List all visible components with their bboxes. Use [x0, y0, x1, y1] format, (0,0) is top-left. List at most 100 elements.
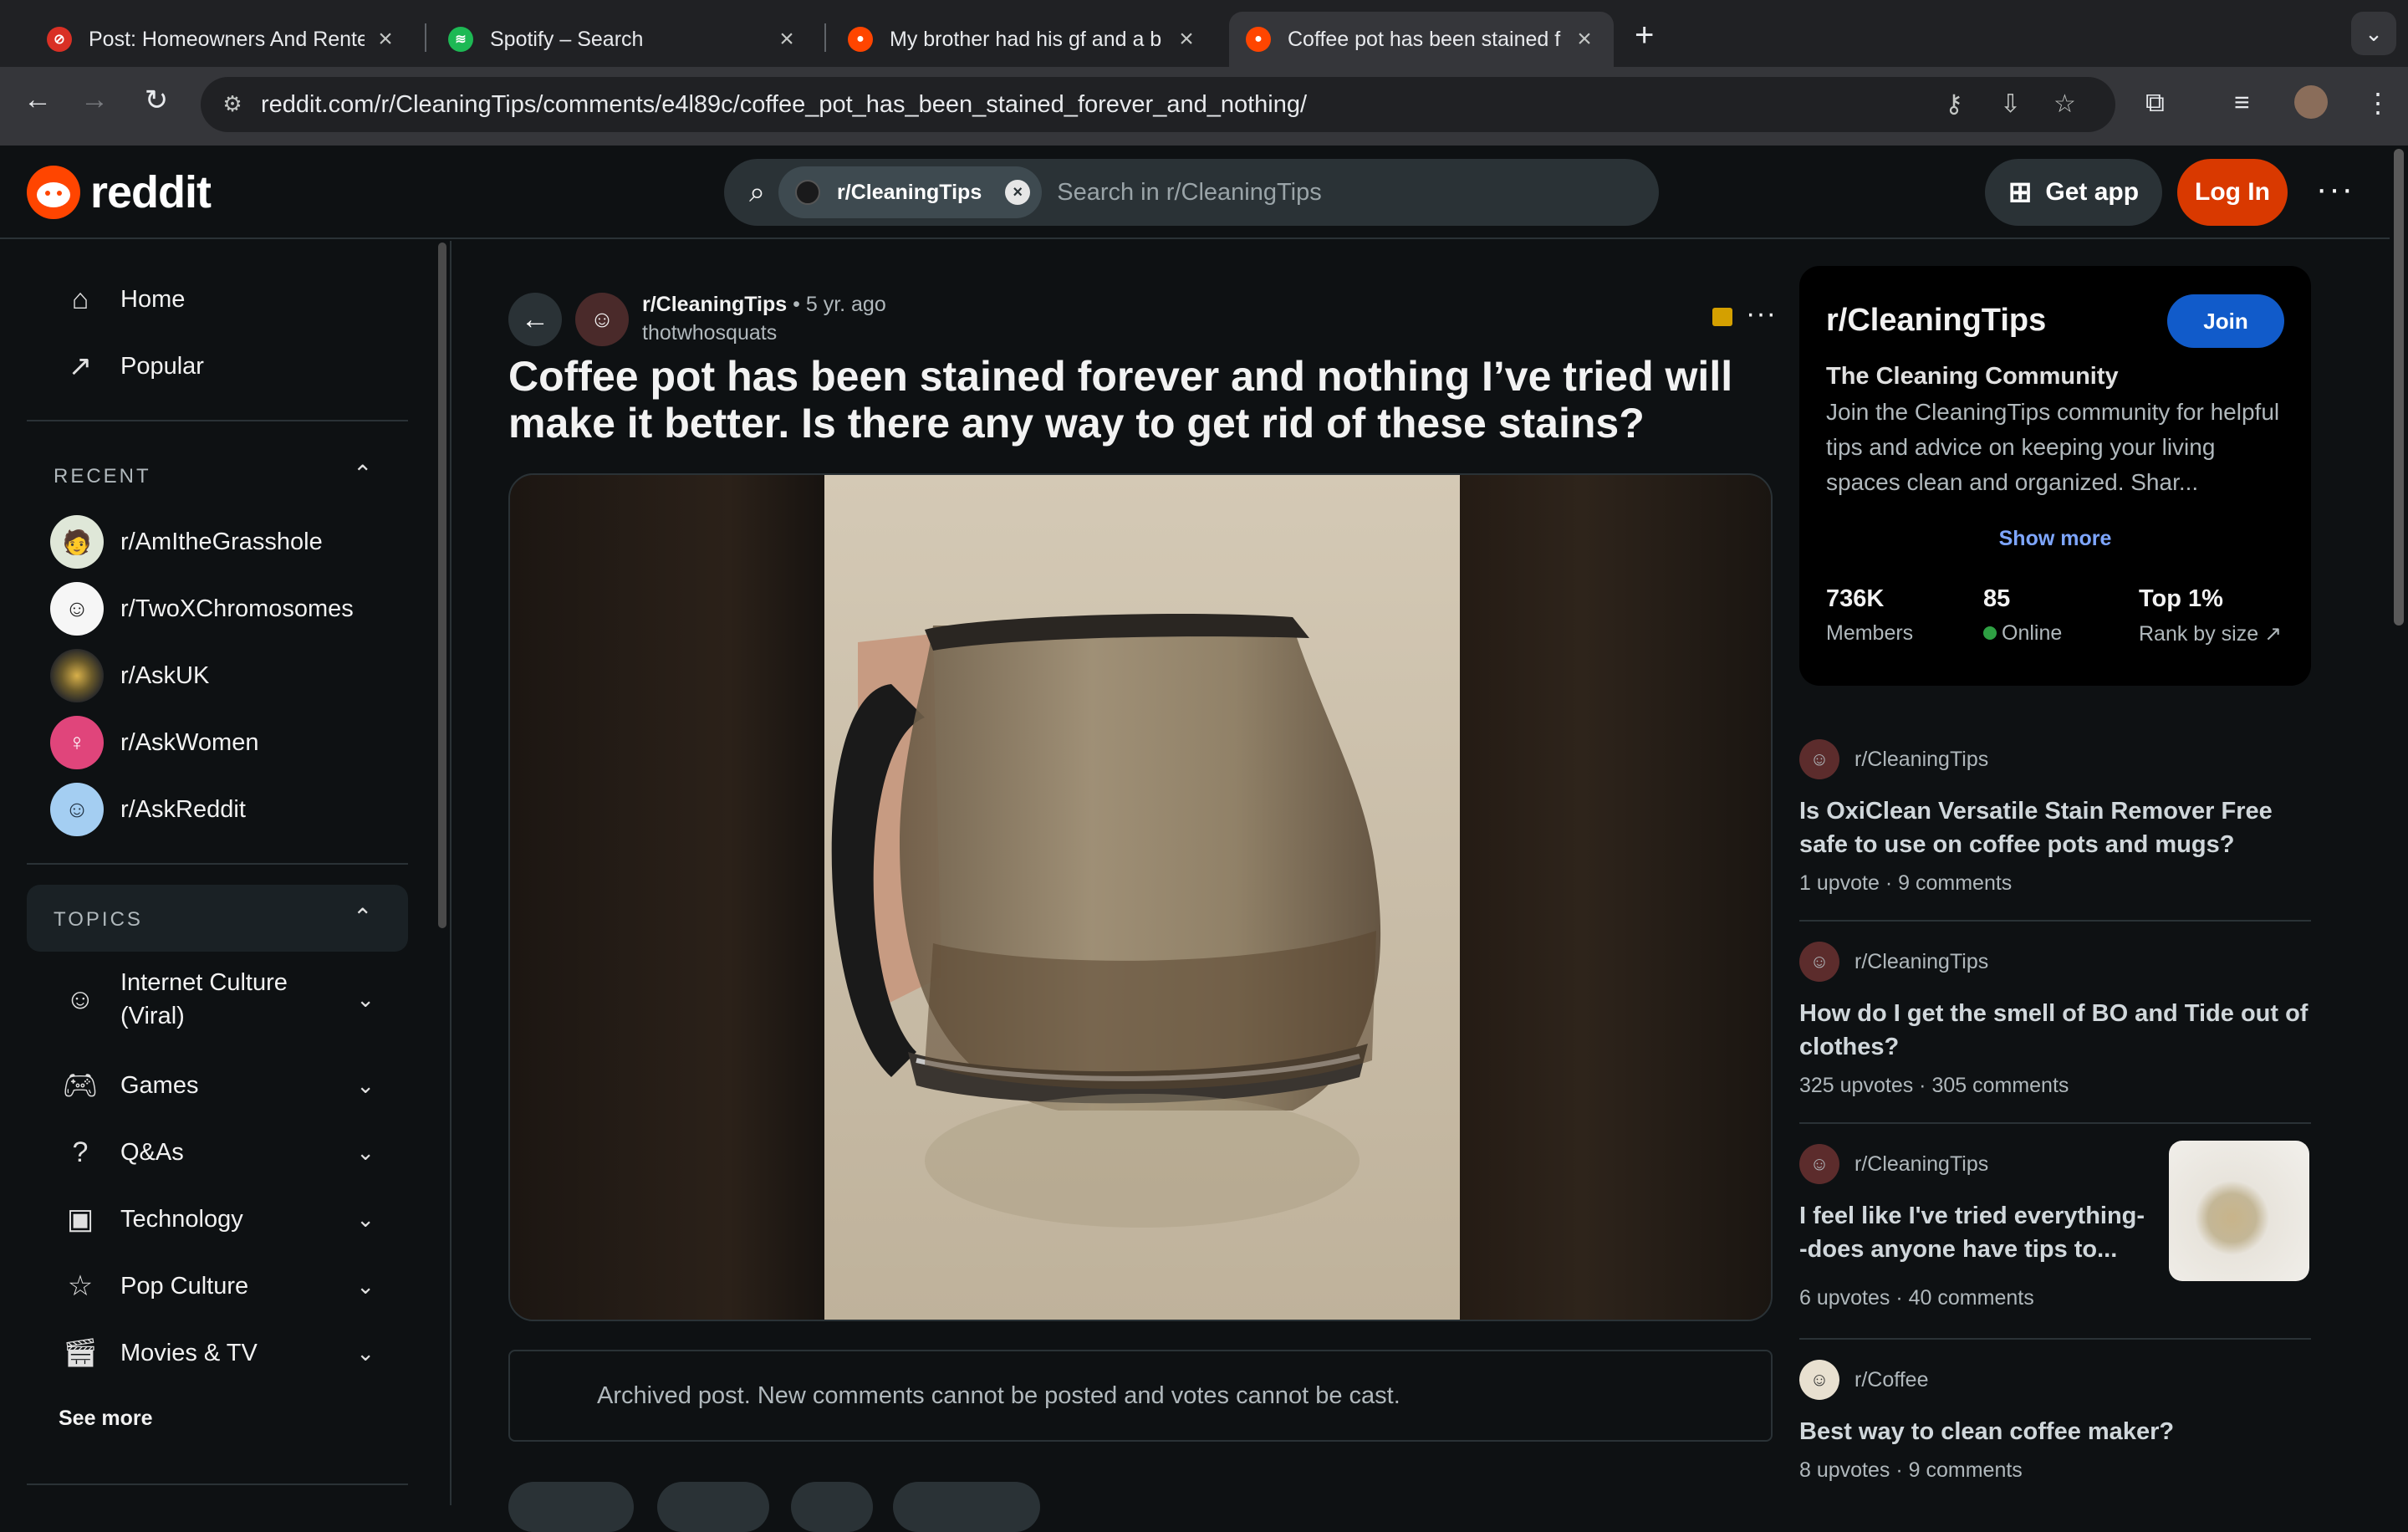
related-post-title[interactable]: Is OxiClean Versatile Stain Remover Free… — [1799, 794, 2311, 861]
community-description: Join the CleaningTips community for help… — [1826, 399, 2280, 495]
browser-tab[interactable]: ● My brother had his gf and a b × — [831, 12, 1216, 67]
close-icon[interactable]: × — [1174, 25, 1199, 54]
recent-heading[interactable]: RECENT — [54, 465, 151, 488]
extensions-puzzle-icon[interactable]: ⧉ — [2145, 87, 2165, 119]
topic-label-line1: Internet Culture — [120, 969, 288, 996]
media-control-icon[interactable]: ≡ — [2234, 87, 2250, 118]
related-upvotes: 6 upvotes — [1799, 1286, 1890, 1310]
external-link-icon[interactable]: ↗ — [2264, 622, 2282, 646]
search-subreddit-chip[interactable]: r/CleaningTips × — [778, 166, 1043, 218]
bookmark-star-icon[interactable]: ☆ — [2053, 89, 2076, 119]
related-post[interactable]: ☺ r/Coffee Best way to clean coffee maker… — [1799, 1360, 2311, 1483]
close-icon[interactable]: × — [373, 25, 398, 54]
coffee-pot-illustration — [831, 613, 1381, 1228]
close-icon[interactable]: × — [1572, 25, 1597, 54]
tab-title: Coffee pot has been stained f — [1288, 27, 1561, 51]
profile-avatar[interactable] — [2294, 85, 2328, 119]
more-options-icon[interactable]: ··· — [2316, 171, 2354, 208]
sidebar-item-popular[interactable]: ↗ Popular — [27, 333, 408, 400]
post-subreddit-link[interactable]: r/CleaningTips — [642, 293, 787, 316]
related-post-header: ☺ r/CleaningTips — [1799, 942, 2311, 982]
scrollbar-thumb[interactable] — [2394, 149, 2404, 626]
award-button[interactable] — [791, 1482, 873, 1532]
related-post[interactable]: ☺ r/CleaningTips I feel like I've tried e… — [1799, 1141, 2311, 1310]
close-icon[interactable]: × — [774, 25, 799, 54]
related-subreddit[interactable]: r/CleaningTips — [1854, 950, 1988, 974]
stat-online: 85 Online — [1983, 585, 2062, 646]
related-post-title[interactable]: Best way to clean coffee maker? — [1799, 1415, 2311, 1448]
sidebar-item-home[interactable]: ⌂ Home — [27, 266, 408, 333]
recent-item[interactable]: r/AskUK — [50, 642, 401, 709]
login-button[interactable]: Log In — [2177, 159, 2288, 226]
topic-qas[interactable]: ? Q&As ⌄ — [27, 1119, 408, 1186]
site-settings-icon[interactable]: ⚙ — [217, 89, 247, 119]
reddit-favicon-icon: ● — [848, 27, 873, 52]
topic-pop-culture[interactable]: ☆ Pop Culture ⌄ — [27, 1253, 408, 1320]
show-more-link[interactable]: Show more — [1799, 527, 2311, 551]
sidebar-item-label: Home — [120, 285, 186, 313]
post-author-link[interactable]: thotwhosquats — [642, 321, 777, 345]
search-icon: ⌕ — [749, 176, 766, 208]
related-comments: 9 comments — [1908, 1458, 2023, 1482]
url-text[interactable]: reddit.com/r/CleaningTips/comments/e4l89… — [261, 91, 1307, 119]
chevron-up-icon[interactable]: ⌃ — [353, 903, 372, 931]
related-post-thumbnail[interactable] — [2169, 1141, 2309, 1281]
related-post-title[interactable]: I feel like I've tried everything--does … — [1799, 1199, 2150, 1266]
stat-label: Members — [1826, 621, 1914, 645]
topics-heading: TOPICS — [54, 908, 143, 931]
recent-item[interactable]: ☺ r/AskReddit — [50, 776, 401, 843]
chevron-up-icon[interactable]: ⌃ — [353, 460, 372, 488]
divider — [1799, 1338, 2311, 1340]
related-subreddit[interactable]: r/Coffee — [1854, 1368, 1928, 1392]
post-options-icon[interactable]: ··· — [1746, 298, 1777, 330]
share-button[interactable] — [893, 1482, 1040, 1532]
password-key-icon[interactable]: ⚷ — [1945, 89, 1963, 119]
tab-search-chevron-icon[interactable]: ⌄ — [2351, 12, 2396, 55]
sidebar-scrollbar[interactable] — [438, 243, 446, 928]
sidebar-item-label: Popular — [120, 352, 204, 380]
recent-item[interactable]: ☺ r/TwoXChromosomes — [50, 575, 401, 642]
divider — [27, 863, 408, 865]
related-post-title[interactable]: How do I get the smell of BO and Tide ou… — [1799, 997, 2311, 1064]
topic-internet-culture[interactable]: ☺ Internet Culture (Viral) ⌄ — [27, 962, 408, 1037]
related-subreddit[interactable]: r/CleaningTips — [1854, 1152, 1988, 1177]
comments-button[interactable] — [657, 1482, 769, 1532]
join-button[interactable]: Join — [2167, 294, 2284, 348]
browser-tab-active[interactable]: ● Coffee pot has been stained f × — [1229, 12, 1614, 67]
related-post[interactable]: ☺ r/CleaningTips Is OxiClean Versatile St… — [1799, 739, 2311, 896]
search-input[interactable]: Search in r/CleaningTips — [1057, 179, 1321, 207]
address-bar[interactable]: ⚙ reddit.com/r/CleaningTips/comments/e4l… — [201, 77, 2115, 132]
install-app-icon[interactable]: ⇩ — [2000, 89, 2021, 119]
snoo-logo-icon — [27, 166, 80, 219]
reddit-logo[interactable]: reddit — [27, 166, 212, 219]
browser-tab[interactable]: ⊘ Post: Homeowners And Rente × — [30, 12, 415, 67]
related-post[interactable]: ☺ r/CleaningTips How do I get the smell o… — [1799, 942, 2311, 1098]
page-scrollbar[interactable] — [2390, 147, 2406, 1505]
browser-menu-icon[interactable]: ⋮ — [2365, 87, 2391, 119]
back-arrow-icon[interactable]: ← — [17, 84, 59, 116]
topic-technology[interactable]: ▣ Technology ⌄ — [27, 1186, 408, 1253]
new-tab-button[interactable]: + — [1635, 17, 1654, 54]
recent-item[interactable]: 🧑 r/AmItheGrasshole — [50, 508, 401, 575]
image-blur-left — [510, 475, 824, 1320]
get-app-button[interactable]: ⊞ Get app — [1985, 159, 2162, 226]
topic-movies-tv[interactable]: 🎬︎ Movies & TV ⌄ — [27, 1320, 408, 1386]
topic-games[interactable]: 🎮︎ Games ⌄ — [27, 1052, 408, 1119]
subreddit-avatar — [50, 649, 104, 702]
related-subreddit[interactable]: r/CleaningTips — [1854, 748, 1988, 772]
clear-chip-icon[interactable]: × — [1005, 180, 1031, 205]
recent-item-label: r/AskReddit — [120, 795, 246, 823]
back-button[interactable]: ← — [508, 293, 562, 346]
browser-tab[interactable]: ≋ Spotify – Search × — [431, 12, 816, 67]
recent-item[interactable]: ♀ r/AskWomen — [50, 709, 401, 776]
subreddit-avatar[interactable]: ☺ — [575, 293, 629, 346]
see-more-link[interactable]: See more — [59, 1407, 153, 1431]
search-bar[interactable]: ⌕ r/CleaningTips × Search in r/CleaningT… — [724, 159, 1659, 226]
reload-icon[interactable]: ↻ — [135, 84, 177, 117]
forward-arrow-icon[interactable]: → — [74, 84, 115, 116]
chevron-down-icon: ⌄ — [356, 1139, 375, 1165]
community-name[interactable]: r/CleaningTips — [1826, 303, 2046, 339]
vote-buttons[interactable] — [508, 1482, 634, 1532]
get-app-label: Get app — [2045, 178, 2140, 206]
post-image[interactable] — [508, 473, 1773, 1321]
